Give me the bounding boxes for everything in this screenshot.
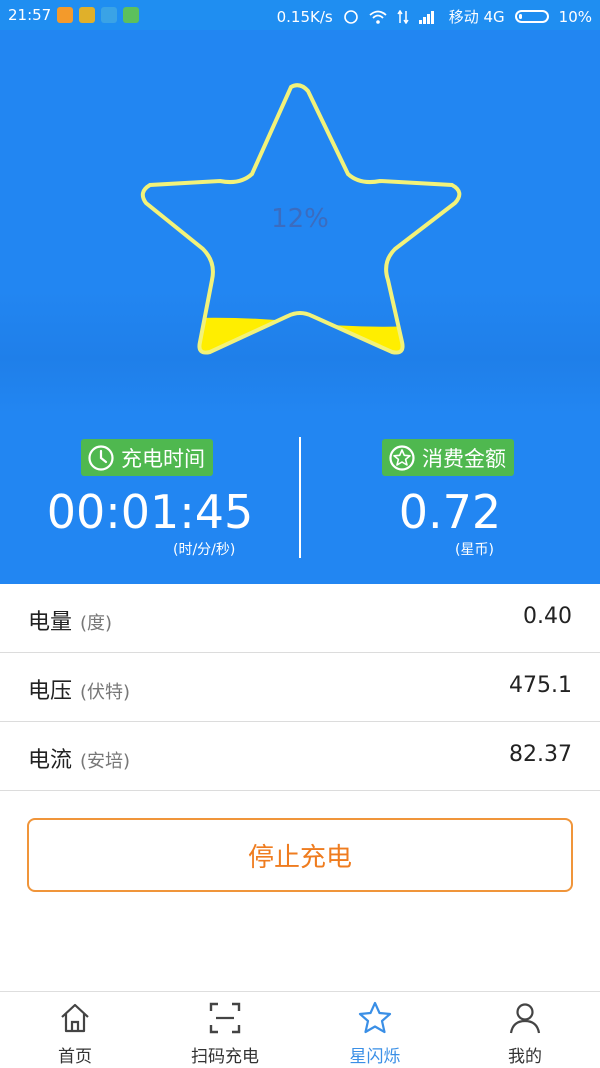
signal-icon (418, 10, 434, 24)
status-time: 21:57 (8, 6, 52, 24)
metric-value: 82.37 (509, 742, 572, 767)
metric-unit: (度) (80, 613, 113, 634)
metric-value: 475.1 (509, 673, 572, 698)
charge-time-label: 充电时间 (121, 446, 205, 471)
nav-item-scan[interactable]: 扫码充电 (150, 992, 300, 1068)
star-icon (358, 1001, 392, 1034)
metric-label: 电量 (28, 610, 73, 635)
app-notification-icon (123, 7, 140, 23)
app-notification-icon (79, 7, 96, 23)
metric-value: 0.40 (523, 604, 572, 629)
star-coin-icon (389, 444, 415, 471)
alarm-icon (343, 9, 358, 24)
battery-icon (514, 10, 549, 23)
carrier: 移动 4G (448, 8, 505, 26)
nav-item-home[interactable]: 首页 (0, 992, 150, 1068)
nav-item-me[interactable]: 我的 (450, 992, 600, 1068)
nav-label: 扫码充电 (191, 1047, 259, 1067)
charging-panel: 12% 充电时间 00:01:45 (时/分/秒) 消费金额 0.72 (星币) (0, 30, 600, 584)
metric-label: 电压 (28, 679, 73, 704)
charge-percent: 12% (271, 204, 329, 234)
wifi-icon (369, 10, 387, 24)
charge-time-unit: (时/分/秒) (173, 542, 236, 558)
stats-divider (299, 437, 301, 558)
metric-unit: (安培) (80, 751, 131, 772)
metric-row-voltage: 电压 (伏特) 475.1 (0, 653, 600, 722)
cost-unit: (星币) (455, 542, 494, 558)
charge-time-badge: 充电时间 (81, 439, 213, 476)
clock-icon (88, 444, 114, 471)
nav-label: 星闪烁 (349, 1047, 401, 1067)
bottom-nav: 首页 扫码充电 星闪烁 我的 (0, 991, 600, 1068)
data-transfer-icon (397, 9, 409, 24)
metric-unit: (伏特) (80, 682, 131, 703)
home-icon (61, 1003, 89, 1033)
cost-badge: 消费金额 (382, 439, 514, 476)
charge-time-value: 00:01:45 (46, 485, 254, 539)
app-notification-icon (57, 7, 74, 23)
net-speed: 0.15K/s (276, 7, 333, 26)
cost-value: 0.72 (398, 485, 502, 539)
status-bar: 21:57 0.15K/s 移动 4G 10% (0, 0, 600, 30)
charge-fill (142, 317, 460, 353)
cost-label: 消费金额 (422, 446, 506, 471)
scan-icon (209, 1002, 241, 1034)
battery-percent: 10% (558, 7, 592, 26)
nav-label: 我的 (508, 1047, 542, 1067)
stop-charging-button[interactable]: 停止充电 (27, 818, 573, 892)
metric-row-energy: 电量 (度) 0.40 (0, 584, 600, 653)
metric-row-current: 电流 (安培) 82.37 (0, 722, 600, 791)
person-icon (509, 1003, 541, 1034)
metric-label: 电流 (28, 748, 73, 773)
nav-label: 首页 (58, 1047, 92, 1067)
app-notification-icon (101, 7, 118, 23)
nav-item-star[interactable]: 星闪烁 (300, 992, 450, 1068)
